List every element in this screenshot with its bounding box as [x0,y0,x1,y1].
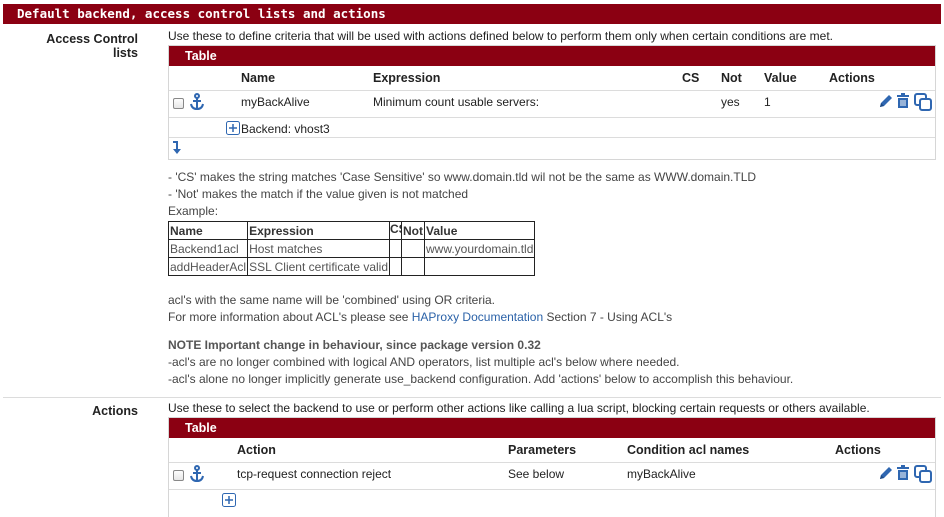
note-example-label: Example: [168,204,219,218]
more-info-suffix: Section 7 - Using ACL's [543,310,673,324]
example-table: Name Expression CS Not Value Backend1acl… [167,221,536,276]
trash-icon[interactable] [896,93,910,112]
example-col-not: Not [401,221,426,240]
actions-col-parameters: Parameters [508,443,577,457]
acl-col-not: Not [721,71,742,85]
acl-notes: - 'CS' makes the string matches 'Case Se… [168,169,756,220]
acl-col-cs: CS [682,71,700,85]
copy-icon[interactable] [914,465,932,486]
acl-description: Use these to define criteria that will b… [168,29,834,43]
example-cell [401,257,426,276]
actions-col-actions: Actions [835,443,881,457]
example-cell [401,239,426,258]
section-header: Default backend, access control lists an… [3,4,941,24]
anchor-icon[interactable] [189,93,205,114]
acl-col-actions: Actions [829,71,875,85]
row-select-checkbox[interactable] [173,470,184,481]
actions-table-title: Table [169,418,935,438]
anchor-icon[interactable] [189,465,205,486]
acl-col-name: Name [241,71,276,85]
action-cell: tcp-request connection reject [237,467,392,481]
actions-row-divider [169,489,935,490]
note-not: - 'Not' makes the match if the value giv… [168,187,469,201]
actions-col-condition: Condition acl names [627,443,750,457]
example-cell: addHeaderAcl [167,257,249,276]
acl-expression-cell: Minimum count usable servers: [373,95,540,109]
note-more-info: For more information about ACL's please … [168,309,793,326]
haproxy-documentation-link[interactable]: HAProxy Documentation [412,310,543,324]
example-header-row: Name Expression CS Not Value [167,221,536,240]
example-col-value: Value [424,221,536,240]
example-row: addHeaderAcl SSL Client certificate vali… [167,257,536,276]
example-col-name: Name [167,221,249,240]
acl-value-cell: 1 [764,95,771,109]
acl-name-cell: myBackAlive [241,95,310,109]
acl-notes-more: acl's with the same name will be 'combin… [168,292,793,388]
acl-row-label: Access Control lists [46,32,138,60]
plus-box-icon[interactable] [226,121,240,138]
plus-box-icon[interactable] [222,493,236,510]
pencil-icon[interactable] [878,93,894,112]
actions-row-label: Actions [92,404,138,418]
acl-not-cell: yes [721,95,740,109]
pencil-icon[interactable] [878,465,894,484]
acl-subrow-divider [169,137,935,138]
actions-description: Use these to select the backend to use o… [168,401,870,415]
acl-col-value: Value [764,71,797,85]
note-line-2: -acl's alone no longer implicitly genera… [168,372,794,386]
acl-header-divider [169,90,935,91]
note-line-1: -acl's are no longer combined with logic… [168,355,680,369]
copy-icon[interactable] [914,93,932,114]
example-col-cs: CS [389,221,403,240]
example-cell [389,257,403,276]
acl-table: Table Name Expression CS Not Value Actio… [168,45,936,160]
actions-table: Table Action Parameters Condition acl na… [168,417,936,517]
acl-table-title: Table [169,46,935,66]
condition-cell: myBackAlive [627,467,696,481]
trash-icon[interactable] [896,465,910,484]
note-cs: - 'CS' makes the string matches 'Case Se… [168,170,757,184]
example-row: Backend1acl Host matches www.yourdomain.… [167,239,536,258]
backend-sub-row: Backend: vhost3 [241,122,330,136]
example-col-expression: Expression [247,221,391,240]
more-info-prefix: For more information about ACL's please … [168,310,412,324]
example-cell [389,239,403,258]
acl-row-divider [169,117,935,118]
example-cell: SSL Client certificate valid [247,257,391,276]
actions-header-divider [169,462,935,463]
acl-col-expression: Expression [373,71,441,85]
example-cell: Backend1acl [167,239,249,258]
actions-col-action: Action [237,443,276,457]
example-cell [424,257,536,276]
arrow-down-return-icon[interactable] [171,141,181,158]
example-col-cs-label: CS [390,222,401,237]
parameters-cell: See below [508,467,565,481]
example-cell: www.yourdomain.tld [424,239,536,258]
note-title: NOTE Important change in behaviour, sinc… [168,338,541,352]
note-combined: acl's with the same name will be 'combin… [168,293,496,307]
example-cell: Host matches [247,239,391,258]
row-select-checkbox[interactable] [173,98,184,109]
row-divider [3,397,941,398]
